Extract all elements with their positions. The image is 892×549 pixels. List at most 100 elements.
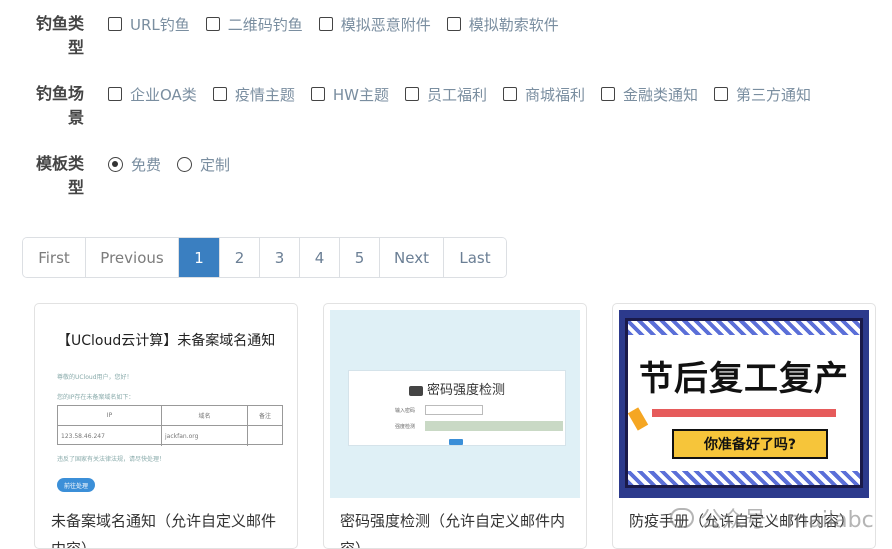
thumb-table: IP 域名 备注 123.58.46.247 jackfan.org (57, 405, 283, 446)
table-header-cell: 域名 (162, 406, 248, 425)
checkbox-label: 商城福利 (524, 85, 585, 104)
watermark-text: 公众号 · mailabc (700, 508, 874, 533)
thumb-heading-text: 密码强度检测 (426, 383, 505, 398)
page-previous-button[interactable]: Previous (86, 238, 179, 277)
thumb-text: 您的IP存在未备案域名如下： (57, 394, 135, 401)
checkbox-label: HW主题 (332, 85, 389, 104)
checkbox-finance-notice[interactable]: 金融类通知 (600, 82, 698, 106)
checkbox-box[interactable] (318, 17, 333, 31)
table-row: 123.58.46.247 jackfan.org (58, 426, 282, 446)
page-next-button[interactable]: Next (380, 238, 444, 277)
checkbox-label: 二维码钓鱼 (227, 15, 303, 34)
thumb-text: 尊敬的UCloud用户，您好！ (57, 374, 133, 381)
checkbox-box[interactable] (714, 87, 728, 101)
filter-row-template-type: 模板类 型 免费 定制 (0, 152, 246, 200)
checkbox-label: 金融类通知 (622, 85, 698, 104)
checkbox-third-party-notice[interactable]: 第三方通知 (714, 82, 811, 106)
watermark: 公众号 · mailabc (670, 502, 874, 534)
page-1-button[interactable]: 1 (179, 238, 220, 277)
radio-circle[interactable] (177, 156, 193, 172)
card-thumbnail: 【UCloud云计算】未备案域名通知 尊敬的UCloud用户，您好！ 您的IP存… (41, 310, 291, 498)
checkbox-hw[interactable]: HW主题 (310, 82, 389, 106)
checkbox-label: 企业OA类 (130, 85, 197, 104)
card-title[interactable]: 密码强度检测（允许自定义邮件内容） (340, 507, 576, 548)
wechat-icon (670, 508, 694, 528)
radio-label: 定制 (200, 155, 231, 174)
table-cell (248, 426, 282, 446)
table-header-cell: 备注 (258, 413, 271, 420)
page-5-button[interactable]: 5 (340, 238, 380, 277)
checkbox-box[interactable] (310, 87, 325, 101)
filter-label-phish-type: 钓鱼类 型 (0, 12, 84, 60)
checkbox-box[interactable] (108, 17, 122, 31)
checkbox-malicious-attachment[interactable]: 模拟恶意附件 (318, 12, 431, 36)
page-4-button[interactable]: 4 (300, 238, 340, 277)
pagination: First Previous 1 2 3 4 5 Next Last (22, 237, 507, 278)
filter-label-line1: 模板类 (35, 154, 84, 173)
page-2-button[interactable]: 2 (220, 238, 260, 277)
filter-row-phish-scene: 钓鱼场 景 企业OA类 疫情主题 HW主题 员工福利 商城福利 金融类通知 第三… (0, 82, 811, 130)
table-cell: 123.58.46.247 (58, 426, 162, 446)
checkbox-box[interactable] (446, 17, 461, 31)
page-first-button[interactable]: First (23, 238, 86, 277)
checkbox-box[interactable] (212, 87, 227, 101)
checkbox-ransomware[interactable]: 模拟勒索软件 (446, 12, 559, 36)
checkbox-label: 模拟勒索软件 (468, 15, 559, 34)
thumb-input (425, 405, 483, 415)
checkbox-mall-benefits[interactable]: 商城福利 (502, 82, 585, 106)
checkbox-box[interactable] (404, 87, 419, 101)
checkbox-box[interactable] (502, 87, 517, 101)
checkbox-box[interactable] (205, 17, 220, 31)
poster-heading: 节后复工复产 (639, 359, 849, 399)
page-3-button[interactable]: 3 (260, 238, 300, 277)
thumb-label: 强度检测 (395, 424, 416, 430)
poster: 节后复工复产 你准备好了吗? (625, 318, 863, 488)
poster-banner: 你准备好了吗? (672, 429, 828, 459)
filter-label-line2: 型 (67, 178, 84, 197)
template-type-options: 免费 定制 (108, 152, 246, 200)
table-cell: jackfan.org (162, 426, 248, 446)
thumb-text: 违反了国家有关法律法规，请尽快处理！ (57, 456, 166, 463)
checkbox-box[interactable] (600, 87, 615, 101)
template-card-unregistered-domain[interactable]: 【UCloud云计算】未备案域名通知 尊敬的UCloud用户，您好！ 您的IP存… (34, 303, 298, 549)
checkbox-epidemic[interactable]: 疫情主题 (212, 82, 295, 106)
radio-circle[interactable] (108, 156, 123, 172)
stripe-decoration (628, 471, 860, 485)
checkbox-url-phish[interactable]: URL钓鱼 (108, 12, 190, 36)
checkbox-label: 员工福利 (426, 85, 487, 104)
phish-scene-options: 企业OA类 疫情主题 HW主题 员工福利 商城福利 金融类通知 第三方通知 (108, 82, 811, 130)
filter-label-line1: 钓鱼类 (35, 14, 84, 33)
thumb-heading: 密码强度检测 (349, 379, 565, 398)
thumb-panel: 密码强度检测 输入密码 强度检测 (348, 370, 566, 446)
thumb-heading: 【UCloud云计算】未备案域名通知 (57, 333, 276, 349)
checkbox-enterprise-oa[interactable]: 企业OA类 (108, 82, 197, 106)
thumb-button (449, 439, 463, 445)
radio-label: 免费 (131, 155, 162, 174)
table-row: IP 域名 备注 (58, 406, 282, 426)
radio-custom[interactable]: 定制 (177, 152, 230, 176)
filter-label-line2: 景 (67, 108, 84, 127)
pencil-icon (628, 407, 649, 431)
card-title[interactable]: 未备案域名通知（允许自定义邮件内容） (51, 507, 287, 548)
thumb-action-button: 前往处理 (57, 478, 95, 492)
radio-free[interactable]: 免费 (108, 152, 161, 176)
card-thumbnail: 密码强度检测 输入密码 强度检测 (330, 310, 580, 498)
phish-type-options: URL钓鱼 二维码钓鱼 模拟恶意附件 模拟勒索软件 (108, 12, 575, 60)
checkbox-qrcode-phish[interactable]: 二维码钓鱼 (205, 12, 303, 36)
checkbox-label: 疫情主题 (234, 85, 295, 104)
table-header-cell: IP (58, 406, 162, 425)
filter-row-phish-type: 钓鱼类 型 URL钓鱼 二维码钓鱼 模拟恶意附件 模拟勒索软件 (0, 12, 575, 60)
filter-label-line1: 钓鱼场 (35, 84, 84, 103)
stripe-decoration (628, 321, 860, 335)
page-last-button[interactable]: Last (444, 238, 506, 277)
checkbox-label: 第三方通知 (736, 85, 812, 104)
keyboard-icon (408, 385, 423, 396)
checkbox-label: URL钓鱼 (130, 15, 190, 34)
filter-label-line2: 型 (67, 38, 84, 57)
checkbox-label: 模拟恶意附件 (340, 15, 431, 34)
checkbox-employee-benefits[interactable]: 员工福利 (404, 82, 487, 106)
template-card-password-strength[interactable]: 密码强度检测 输入密码 强度检测 密码强度检测（允许自定义邮件内容） (323, 303, 587, 549)
thumb-strength-bar (425, 421, 563, 431)
checkbox-box[interactable] (108, 87, 122, 101)
card-thumbnail: 节后复工复产 你准备好了吗? (619, 310, 869, 498)
